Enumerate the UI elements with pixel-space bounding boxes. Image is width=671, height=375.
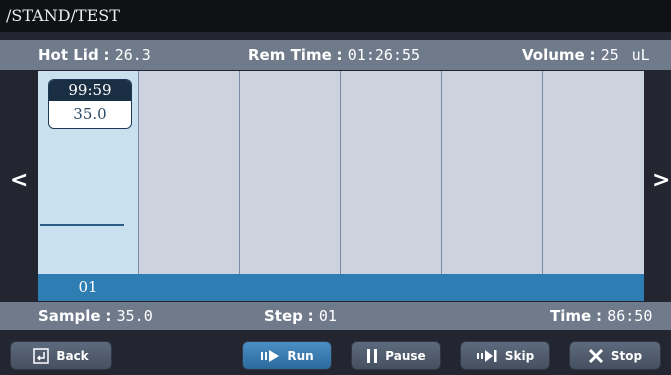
back-icon [33, 347, 50, 364]
step-column-empty[interactable] [341, 71, 442, 301]
hot-lid-colon: : [103, 46, 115, 64]
step-value: 01 [318, 307, 337, 325]
sample-value: 35.0 [116, 307, 153, 325]
step-colon: : [307, 307, 319, 325]
time-value: 86:50 [607, 307, 653, 325]
step-label: Step [264, 307, 303, 325]
info-bar: Hot Lid : 26.3 Rem Time : 01:26:55 Volum… [0, 40, 671, 70]
time-readout: Time : 86:50 [550, 302, 652, 330]
run-icon [260, 349, 280, 363]
status-bar: Sample : 35.0 Step : 01 Time : 86:50 [0, 302, 671, 330]
volume-colon: : [589, 46, 601, 64]
temperature-line [40, 224, 124, 226]
step-hold-time: 99:59 [49, 80, 131, 101]
rem-time-colon: : [336, 46, 348, 64]
stop-label: Stop [610, 348, 643, 363]
step-temperature: 35.0 [73, 105, 107, 123]
step-readout: Step : 01 [264, 302, 337, 330]
step-column-empty[interactable] [543, 71, 644, 301]
back-button[interactable]: Back [10, 341, 112, 370]
hot-lid-readout: Hot Lid : 26.3 [38, 40, 151, 70]
time-colon: : [595, 307, 608, 325]
back-label: Back [56, 348, 89, 363]
hot-lid-label: Hot Lid [38, 46, 99, 64]
stop-icon [588, 348, 604, 364]
run-button[interactable]: Run [242, 341, 332, 370]
step-column-empty[interactable] [240, 71, 341, 301]
next-page-arrow[interactable]: > [652, 168, 670, 193]
rem-time-label: Rem Time [248, 46, 332, 64]
skip-label: Skip [504, 348, 535, 363]
sample-colon: : [105, 307, 117, 325]
program-path: /STAND/TEST [0, 0, 671, 32]
prev-page-arrow[interactable]: < [10, 168, 28, 193]
step-column-empty[interactable] [139, 71, 240, 301]
skip-button[interactable]: Skip [460, 341, 550, 370]
skip-icon [476, 349, 498, 363]
volume-value: 25 [600, 46, 619, 64]
volume-readout: Volume : 25 uL [522, 40, 650, 70]
hot-lid-value: 26.3 [114, 46, 151, 64]
volume-unit: uL [631, 46, 650, 64]
step-grid: 99:59 35.0 01 [38, 71, 644, 301]
rem-time-readout: Rem Time : 01:26:55 [248, 40, 420, 70]
pause-label: Pause [385, 348, 426, 363]
thermal-cycler-screen: /STAND/TEST Hot Lid : 26.3 Rem Time : 01… [0, 0, 671, 375]
stop-button[interactable]: Stop [569, 341, 661, 370]
step-column-empty[interactable] [442, 71, 543, 301]
time-label: Time [550, 307, 592, 325]
volume-label: Volume [522, 46, 585, 64]
pause-icon [366, 348, 378, 364]
run-label: Run [287, 348, 314, 363]
rem-time-value: 01:26:55 [347, 46, 421, 64]
step-time-temp-box[interactable]: 99:59 35.0 [48, 79, 132, 129]
step-number: 01 [78, 278, 98, 296]
sample-label: Sample [38, 307, 101, 325]
sample-readout: Sample : 35.0 [38, 302, 153, 330]
pause-button[interactable]: Pause [351, 341, 441, 370]
step-column-1[interactable]: 99:59 35.0 [38, 71, 139, 301]
